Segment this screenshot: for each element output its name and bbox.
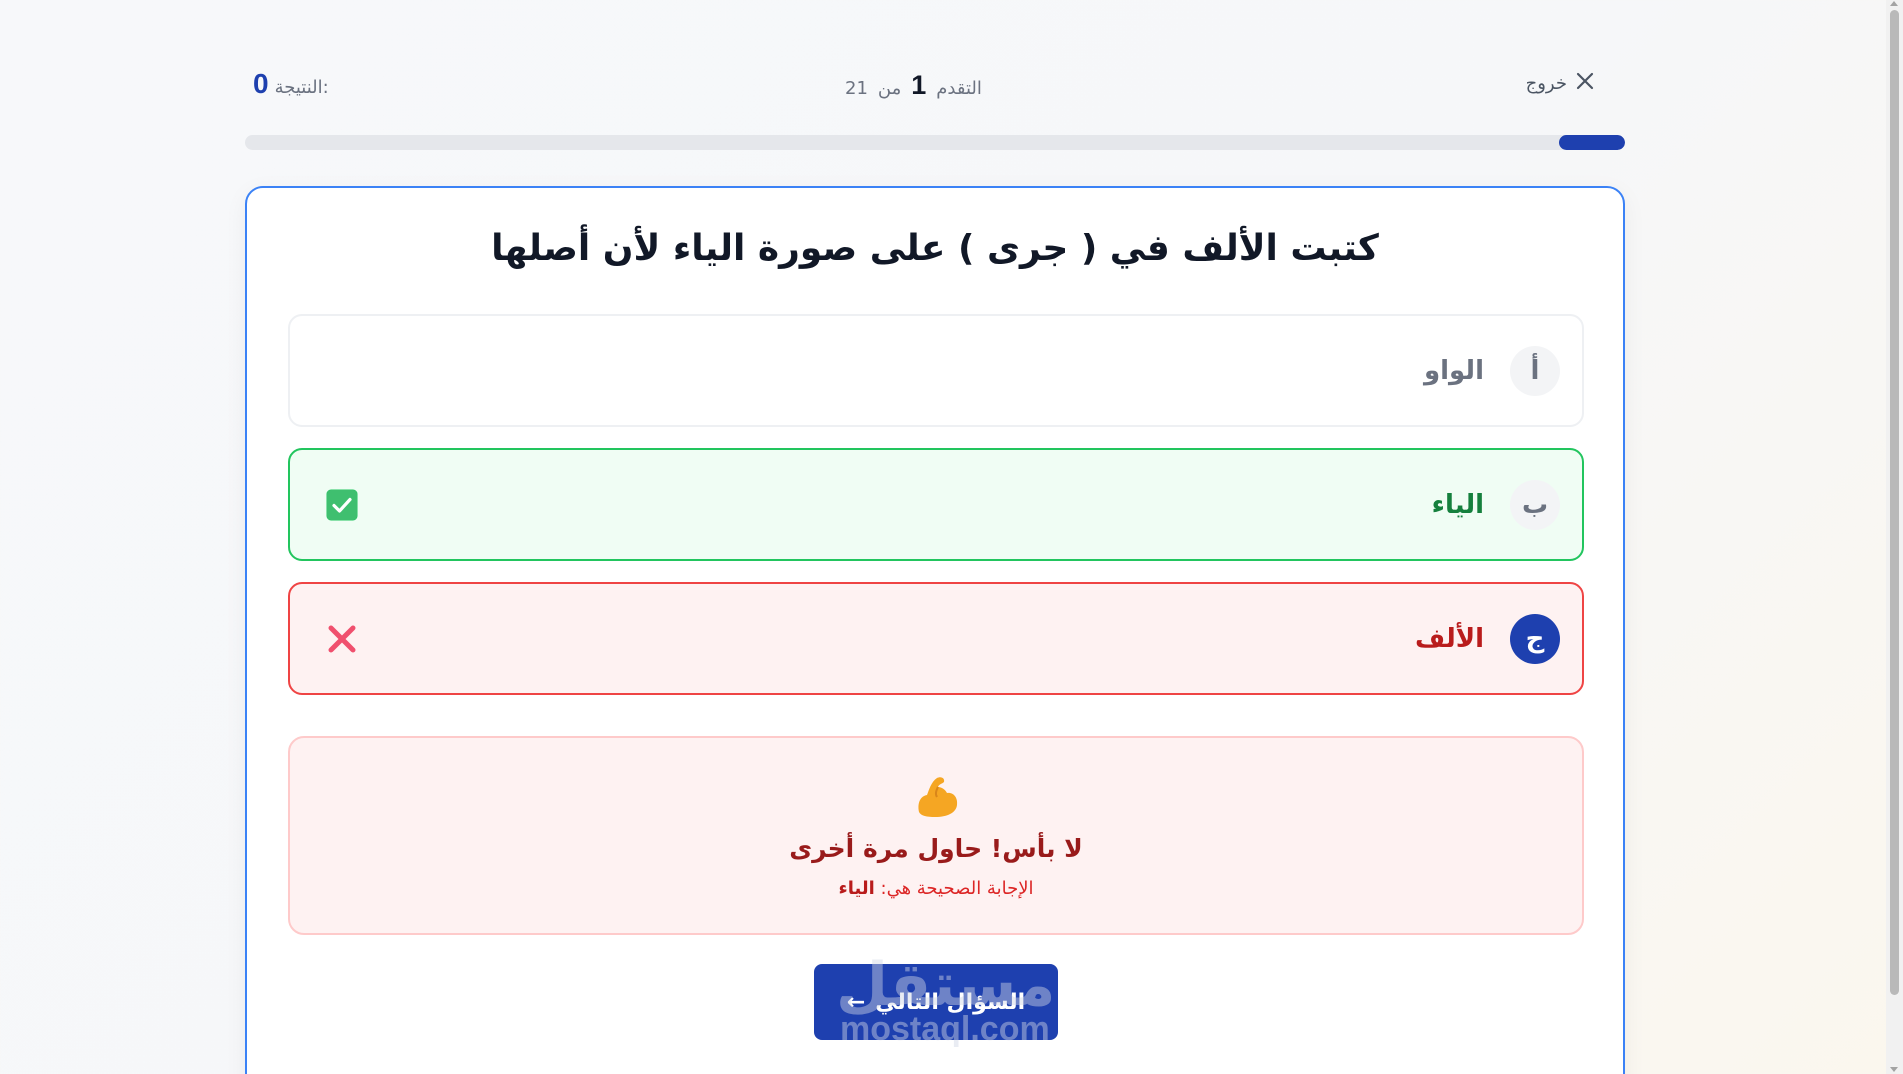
question-text: كتبت الألف في ( جرى ) على صورة الياء لأن… (491, 228, 1379, 269)
correct-answer-line: الإجابة الصحيحة هي: الياء (290, 878, 1582, 899)
arrow-left-icon: ← (846, 989, 866, 1015)
option-b[interactable]: ب الياء (288, 448, 1584, 561)
option-text: الياء (1431, 489, 1484, 520)
progress-current: 1 (911, 70, 927, 100)
option-letter: ج (1510, 613, 1560, 664)
option-letter: أ (1510, 345, 1560, 396)
exit-button[interactable]: خروج (1526, 70, 1595, 96)
page-scrollbar[interactable] (1886, 0, 1903, 1074)
option-c[interactable]: ج الألف (288, 582, 1584, 695)
progress-bar-fill (1558, 135, 1625, 150)
option-letter: ب (1510, 479, 1560, 530)
option-text: الواو (1423, 355, 1484, 386)
x-icon (326, 623, 358, 655)
score-display: 0 النتيجة: (253, 68, 329, 100)
exit-label: خروج (1525, 72, 1567, 94)
next-question-label: السؤال التالي (875, 989, 1026, 1015)
progress-counter: 21 من 1 التقدم (845, 70, 982, 101)
close-icon (1575, 70, 1595, 96)
question-card: كتبت الألف في ( جرى ) على صورة الياء لأن… (245, 186, 1625, 1074)
progress-bar (245, 135, 1625, 150)
progress-total: 21 (845, 78, 868, 99)
correct-answer-value: الياء (838, 878, 875, 899)
progress-of: من (877, 78, 902, 99)
progress-label: التقدم (936, 78, 982, 99)
scrollbar-thumb[interactable] (1890, 10, 1899, 995)
correct-answer-prefix: الإجابة الصحيحة هي: (880, 878, 1034, 899)
next-question-button[interactable]: السؤال التالي ← (814, 964, 1058, 1040)
quiz-header: 0 النتيجة: 21 من 1 التقدم خروج (245, 60, 1625, 110)
option-a[interactable]: أ الواو (288, 314, 1584, 427)
quiz-page: 0 النتيجة: 21 من 1 التقدم خروج كتبت الأل… (0, 0, 1886, 1074)
scroll-up-icon[interactable] (1890, 1, 1898, 6)
score-label: النتيجة: (274, 77, 329, 98)
feedback-title: لا بأس! حاول مرة أخرى (789, 834, 1083, 863)
flexed-biceps-icon (911, 772, 961, 822)
scroll-down-icon[interactable] (1890, 1067, 1898, 1072)
check-icon (326, 489, 358, 521)
option-text: الألف (1415, 623, 1484, 654)
score-value: 0 (253, 68, 269, 99)
feedback-box: لا بأس! حاول مرة أخرى الإجابة الصحيحة هي… (288, 736, 1584, 935)
